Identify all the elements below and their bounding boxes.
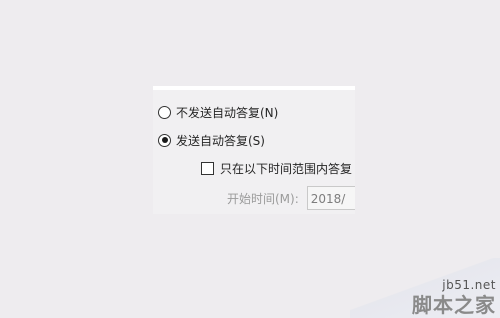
radio-send-auto-reply-label: 发送自动答复(S) <box>176 133 265 148</box>
radio-send-auto-reply[interactable]: 发送自动答复(S) <box>158 130 265 150</box>
time-range-checkbox-label: 只在以下时间范围内答复 <box>220 161 353 176</box>
time-range-checkbox-row[interactable]: 只在以下时间范围内答复 <box>201 158 352 178</box>
time-range-checkbox[interactable] <box>201 161 214 175</box>
start-time-row: 开始时间(M): 2018/ <box>227 184 355 212</box>
radio-unselected-icon[interactable] <box>158 105 171 119</box>
screenshot-canvas: 不发送自动答复(N) 发送自动答复(S) 只在以下时间范围内答复 开始时间(M)… <box>0 0 500 318</box>
radio-selected-icon[interactable] <box>158 133 171 147</box>
radio-no-auto-reply[interactable]: 不发送自动答复(N) <box>158 102 278 122</box>
start-date-field[interactable]: 2018/ <box>306 186 355 210</box>
watermark-brand-text: 脚本之家 <box>412 293 496 317</box>
radio-no-auto-reply-label: 不发送自动答复(N) <box>176 105 279 120</box>
start-time-label: 开始时间(M): <box>227 191 299 206</box>
auto-reply-options-panel: 不发送自动答复(N) 发送自动答复(S) 只在以下时间范围内答复 开始时间(M)… <box>153 86 355 214</box>
